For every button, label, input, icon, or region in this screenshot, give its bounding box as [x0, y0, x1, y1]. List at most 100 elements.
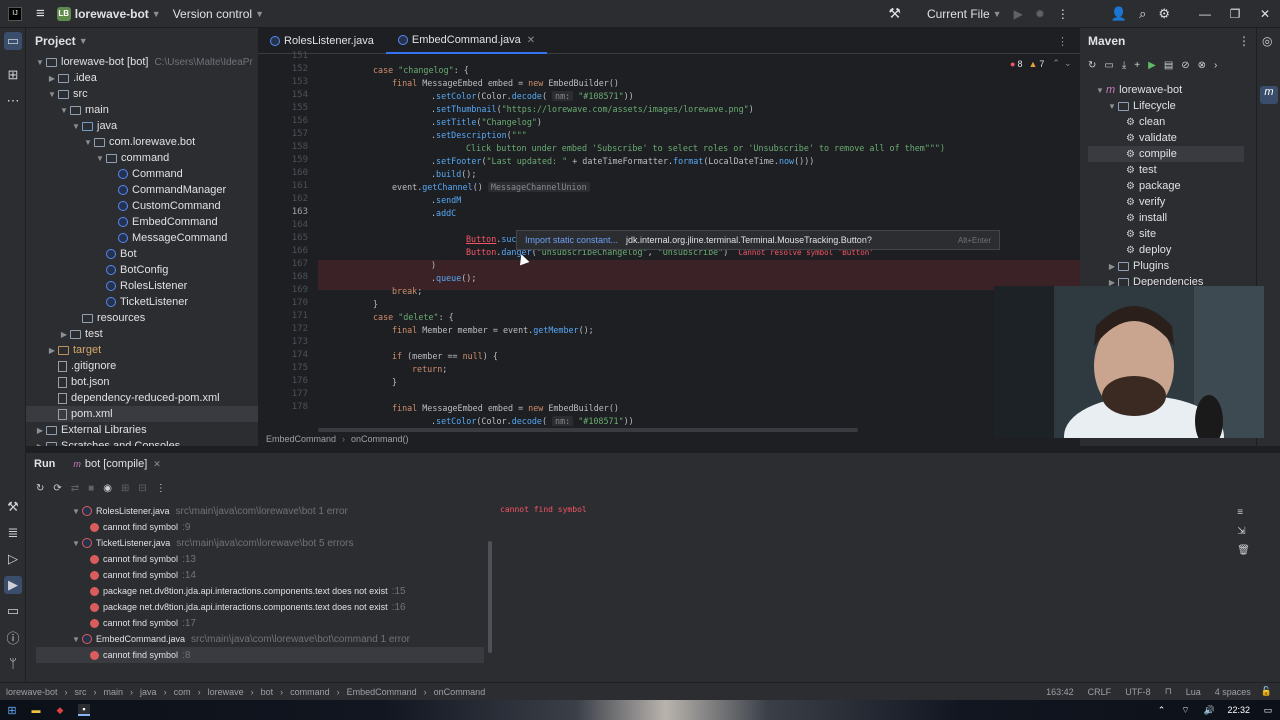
problems-scrollbar[interactable]: [488, 541, 492, 653]
tree-item[interactable]: BotConfig: [26, 262, 258, 278]
problem-row[interactable]: package net.dv8tion.jda.api.interactions…: [36, 599, 484, 615]
problem-row[interactable]: cannot find symbol:8: [36, 647, 484, 663]
problem-file-row[interactable]: ▼ EmbedCommand.java src\main\java\com\lore…: [36, 631, 484, 647]
path-segment[interactable]: lorewave-bot: [6, 687, 58, 697]
tree-item[interactable]: RolesListener: [26, 278, 258, 294]
problem-row[interactable]: cannot find symbol:9: [36, 519, 484, 535]
tree-item[interactable]: ▼ src: [26, 86, 258, 102]
tree-item[interactable]: ▼ com.lorewave.bot: [26, 134, 258, 150]
folder-icon[interactable]: ▭: [4, 32, 22, 50]
tree-item[interactable]: pom.xml: [26, 406, 258, 422]
build-icon[interactable]: ⚒: [4, 498, 22, 516]
tree-item[interactable]: bot.json: [26, 374, 258, 390]
chevron-right-icon[interactable]: ▶: [58, 330, 70, 339]
close-tab-icon[interactable]: ✕: [153, 459, 161, 470]
tab-roles-listener[interactable]: RolesListener.java: [258, 28, 386, 54]
chevron-down-icon[interactable]: ▼: [34, 58, 46, 67]
run-icon[interactable]: ▶: [1148, 60, 1156, 71]
path-segment[interactable]: main: [104, 687, 124, 697]
caret-position[interactable]: 163:42: [1046, 687, 1074, 697]
run-tab[interactable]: Run: [26, 458, 63, 470]
tree-item[interactable]: ▼ lorewave-bot [bot] C:\Users\Malte\IdeaPr: [26, 54, 258, 70]
path-segment[interactable]: src: [75, 687, 87, 697]
problem-file-row[interactable]: ▼ TicketListener.java src\main\java\com\lo…: [36, 535, 484, 551]
file-explorer-icon[interactable]: ▬: [30, 704, 42, 716]
services-icon[interactable]: ▷: [4, 550, 22, 568]
path-segment[interactable]: command: [290, 687, 330, 697]
path-segment[interactable]: com: [174, 687, 191, 697]
maven-goal-compile[interactable]: ⚙ compile: [1088, 146, 1244, 162]
windows-start-icon[interactable]: ⊞: [6, 704, 18, 717]
tree-item[interactable]: ▼ java: [26, 118, 258, 134]
problem-file-row[interactable]: ▼ RolesListener.java src\main\java\com\lor…: [36, 503, 484, 519]
chevron-right-icon[interactable]: ▶: [34, 426, 46, 435]
maven-plugins[interactable]: ▶ Plugins: [1106, 258, 1169, 274]
rerun-failed-icon[interactable]: ⟳: [53, 483, 61, 494]
chevron-right-icon[interactable]: ▶: [46, 74, 58, 83]
chevron-down-icon[interactable]: ▼: [82, 138, 94, 147]
search-icon[interactable]: ⌕: [1133, 0, 1152, 28]
run-tool-icon[interactable]: ▶: [4, 576, 22, 594]
line-separator[interactable]: CRLF: [1088, 687, 1112, 697]
tree-item[interactable]: ▶ target: [26, 342, 258, 358]
maven-tool-icon[interactable]: m: [1260, 86, 1278, 104]
maximize-icon[interactable]: ❐: [1220, 0, 1250, 28]
trash-icon[interactable]: 🗑: [1237, 545, 1250, 556]
problem-row[interactable]: cannot find symbol:14: [36, 567, 484, 583]
chevron-up-icon[interactable]: ⌃: [1155, 704, 1167, 716]
structure-icon[interactable]: ⊞: [4, 66, 22, 84]
eye-icon[interactable]: ◉: [103, 483, 112, 494]
more-actions-icon[interactable]: ⋮: [1051, 0, 1075, 28]
path-segment[interactable]: bot: [261, 687, 274, 697]
more-icon[interactable]: ⋮: [156, 483, 166, 494]
reload-icon[interactable]: ↻: [1088, 60, 1096, 71]
tree-item[interactable]: dependency-reduced-pom.xml: [26, 390, 258, 406]
minimize-icon[interactable]: —: [1190, 0, 1220, 28]
intellij-icon[interactable]: ▪: [78, 704, 90, 716]
collapse-icon[interactable]: ⊟: [138, 483, 146, 494]
maven-lifecycle[interactable]: ▼ Lifecycle: [1106, 98, 1176, 114]
tree-item[interactable]: ▼ main: [26, 102, 258, 118]
chevron-down-icon[interactable]: ▼: [46, 90, 58, 99]
chevron-down-icon[interactable]: ▼: [94, 154, 106, 163]
chevron-right-icon[interactable]: ▶: [46, 346, 58, 355]
maven-goal-deploy[interactable]: ⚙ deploy: [1088, 242, 1244, 258]
indent-setting[interactable]: 4 spaces: [1215, 687, 1251, 697]
chevron-down-icon[interactable]: ▼: [70, 122, 82, 131]
rerun-icon[interactable]: ↻: [36, 483, 44, 494]
quick-fix-popup[interactable]: Import static constant... jdk.internal.o…: [516, 230, 1000, 250]
tree-item[interactable]: Bot: [26, 246, 258, 262]
problem-row[interactable]: package net.dv8tion.jda.api.interactions…: [36, 583, 484, 599]
maven-goal-clean[interactable]: ⚙ clean: [1088, 114, 1244, 130]
taskbar-clock[interactable]: 22:32: [1227, 705, 1250, 715]
main-menu-icon[interactable]: ≡: [30, 0, 51, 28]
stop-icon[interactable]: ■: [88, 483, 94, 494]
path-segment[interactable]: EmbedCommand: [347, 687, 417, 697]
import-static-constant-action[interactable]: Import static constant...: [517, 235, 626, 245]
problem-row[interactable]: cannot find symbol:13: [36, 551, 484, 567]
chevron-down-icon[interactable]: ▼: [70, 507, 82, 516]
chevron-down-icon[interactable]: ▼: [58, 106, 70, 115]
tree-item[interactable]: Command: [26, 166, 258, 182]
lock-icon[interactable]: 🔓: [1261, 686, 1272, 697]
browser-icon[interactable]: ◆: [54, 704, 66, 716]
tree-item[interactable]: MessageCommand: [26, 230, 258, 246]
file-language[interactable]: Lua: [1186, 687, 1201, 697]
chevron-down-icon[interactable]: ▼: [70, 539, 82, 548]
tree-item[interactable]: TicketListener: [26, 294, 258, 310]
breadcrumb-method[interactable]: onCommand(): [351, 434, 409, 444]
file-encoding[interactable]: UTF-8: [1125, 687, 1151, 697]
chevron-right-icon[interactable]: ›: [1214, 60, 1217, 71]
path-segment[interactable]: java: [140, 687, 157, 697]
app-logo-icon[interactable]: IJ: [0, 0, 30, 28]
execute-goal-icon[interactable]: ▤: [1164, 60, 1173, 71]
scroll-end-icon[interactable]: ⇲: [1237, 526, 1250, 537]
git-icon[interactable]: ᛘ: [4, 654, 22, 672]
maven-goal-site[interactable]: ⚙ site: [1088, 226, 1244, 242]
add-icon[interactable]: +: [1134, 60, 1140, 71]
tree-item[interactable]: CustomCommand: [26, 198, 258, 214]
run-config-selector[interactable]: Current File ▼: [921, 0, 1008, 28]
tree-item[interactable]: ▶ .idea: [26, 70, 258, 86]
network-icon[interactable]: ⌔: [1179, 704, 1191, 716]
readonly-icon[interactable]: ⊓: [1165, 686, 1172, 697]
